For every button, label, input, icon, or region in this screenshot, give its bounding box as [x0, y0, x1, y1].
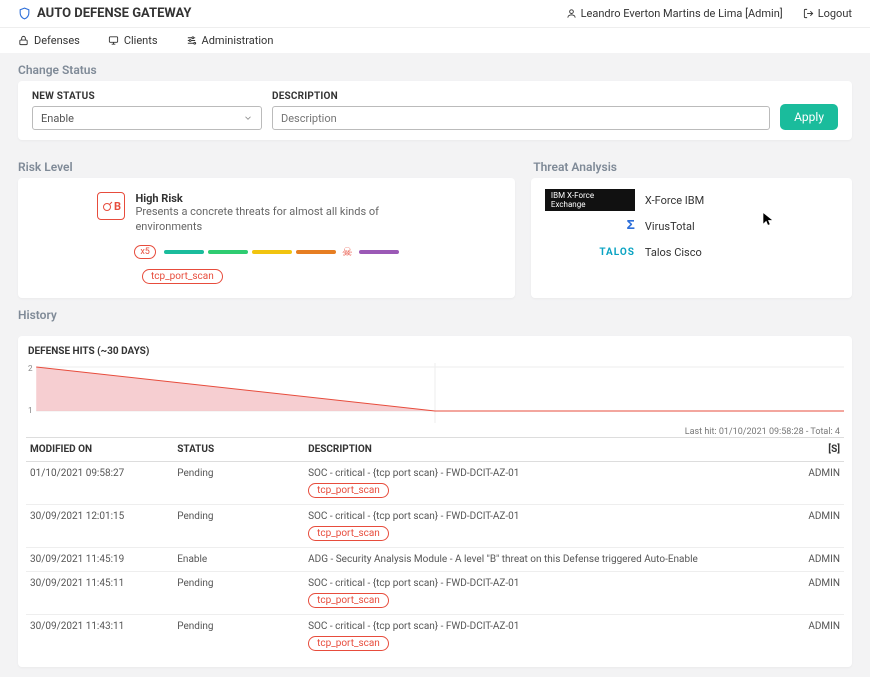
logout-button[interactable]: Logout: [803, 7, 852, 20]
tab-defenses-label: Defenses: [34, 34, 80, 47]
col-status[interactable]: STATUS: [173, 437, 304, 461]
risk-panel: B High Risk Presents a concrete threats …: [18, 178, 515, 298]
tab-admin[interactable]: Administration: [186, 34, 274, 47]
row-tag[interactable]: tcp_port_scan: [308, 593, 389, 608]
table-row: 30/09/2021 11:45:19EnableADG - Security …: [26, 547, 844, 571]
threat-title: Threat Analysis: [533, 150, 852, 178]
svg-text:1: 1: [28, 405, 33, 415]
cell-by: ADMIN: [779, 504, 844, 547]
user-menu[interactable]: Leandro Everton Martins de Lima [Admin]: [566, 7, 783, 20]
user-icon: [566, 8, 577, 19]
user-label: Leandro Everton Martins de Lima [Admin]: [581, 7, 783, 20]
brand-text: AUTO DEFENSE GATEWAY: [37, 6, 191, 21]
cell-desc: SOC - critical - {tcp port scan} - FWD-D…: [304, 571, 778, 614]
cell-status: Pending: [173, 461, 304, 504]
scale-seg: [164, 250, 204, 254]
chevron-down-icon: [243, 113, 253, 123]
lock-icon: [18, 35, 29, 46]
hits-chart: 2 1: [26, 363, 844, 423]
new-status-value: Enable: [41, 112, 74, 125]
brand: AUTO DEFENSE GATEWAY: [18, 6, 191, 21]
risk-desc: Presents a concrete threats for almost a…: [135, 205, 435, 235]
risk-scale: ☠: [164, 245, 399, 259]
change-status-panel: NEW STATUS Enable DESCRIPTION Apply: [18, 81, 852, 140]
change-status-title: Change Status: [0, 53, 870, 81]
cell-desc: SOC - critical - {tcp port scan} - FWD-D…: [304, 461, 778, 504]
threat-item[interactable]: IBM X-Force Exchange X-Force IBM: [545, 192, 838, 208]
threat-label: VirusTotal: [645, 220, 695, 233]
threat-panel: IBM X-Force Exchange X-Force IBM Σ VirusTot…: [531, 178, 852, 298]
risk-grade: B: [114, 200, 121, 213]
threat-label: X-Force IBM: [645, 194, 704, 207]
cell-modified: 01/10/2021 09:58:27: [26, 461, 173, 504]
cell-by: ADMIN: [779, 614, 844, 657]
table-row: 30/09/2021 11:43:11PendingSOC - critical…: [26, 614, 844, 657]
col-by[interactable]: [S]: [779, 437, 844, 461]
col-desc[interactable]: DESCRIPTION: [304, 437, 778, 461]
cell-status: Pending: [173, 571, 304, 614]
risk-heading: High Risk: [135, 192, 435, 205]
threat-item[interactable]: Σ VirusTotal: [545, 218, 838, 234]
threat-item[interactable]: TALOS Talos Cisco: [545, 244, 838, 260]
logout-icon: [803, 8, 814, 19]
threat-logo: Σ: [545, 218, 635, 234]
cell-by: ADMIN: [779, 571, 844, 614]
scale-seg: [252, 250, 292, 254]
tab-defenses[interactable]: Defenses: [18, 34, 80, 47]
chart-title: DEFENSE HITS (~30 DAYS): [26, 342, 844, 361]
threat-logo: TALOS: [545, 244, 635, 260]
desktop-icon: [108, 35, 119, 46]
table-row: 01/10/2021 09:58:27PendingSOC - critical…: [26, 461, 844, 504]
row-tag[interactable]: tcp_port_scan: [308, 526, 389, 541]
cell-modified: 30/09/2021 11:43:11: [26, 614, 173, 657]
main-tabs: Defenses Clients Administration: [0, 27, 870, 53]
sliders-icon: [186, 35, 197, 46]
cell-modified: 30/09/2021 11:45:19: [26, 547, 173, 571]
cell-modified: 30/09/2021 11:45:11: [26, 571, 173, 614]
cell-desc: ADG - Security Analysis Module - A level…: [304, 547, 778, 571]
tab-clients[interactable]: Clients: [108, 34, 158, 47]
scale-seg: [296, 250, 336, 254]
scale-seg: [208, 250, 248, 254]
new-status-select[interactable]: Enable: [32, 106, 262, 130]
multiplier-badge: x5: [134, 245, 156, 259]
history-panel: DEFENSE HITS (~30 DAYS) 2 1 Last hit: 01…: [18, 336, 852, 667]
col-modified[interactable]: MODIFIED ON: [26, 437, 173, 461]
risk-badge: B: [97, 192, 125, 220]
risk-title: Risk Level: [18, 150, 517, 178]
threat-logo: IBM X-Force Exchange: [545, 192, 635, 208]
scale-seg: [359, 250, 399, 254]
new-status-label: NEW STATUS: [32, 91, 262, 102]
row-tag[interactable]: tcp_port_scan: [308, 636, 389, 651]
apply-button[interactable]: Apply: [780, 104, 838, 130]
cell-desc: SOC - critical - {tcp port scan} - FWD-D…: [304, 504, 778, 547]
cell-status: Enable: [173, 547, 304, 571]
tab-clients-label: Clients: [124, 34, 158, 47]
row-tag[interactable]: tcp_port_scan: [308, 483, 389, 498]
chart-note: Last hit: 01/10/2021 09:58:28 - Total: 4: [26, 427, 844, 437]
threat-label: Talos Cisco: [645, 246, 702, 259]
skull-icon: ☠: [342, 245, 353, 259]
svg-text:2: 2: [28, 363, 33, 373]
history-title: History: [0, 298, 870, 326]
cell-by: ADMIN: [779, 547, 844, 571]
cell-status: Pending: [173, 614, 304, 657]
shield-icon: [18, 7, 31, 20]
cell-modified: 30/09/2021 12:01:15: [26, 504, 173, 547]
cell-status: Pending: [173, 504, 304, 547]
cell-desc: SOC - critical - {tcp port scan} - FWD-D…: [304, 614, 778, 657]
tab-admin-label: Administration: [202, 34, 274, 47]
description-label: DESCRIPTION: [272, 91, 770, 102]
table-row: 30/09/2021 12:01:15PendingSOC - critical…: [26, 504, 844, 547]
cell-by: ADMIN: [779, 461, 844, 504]
risk-tag[interactable]: tcp_port_scan: [142, 269, 223, 284]
table-row: 30/09/2021 11:45:11PendingSOC - critical…: [26, 571, 844, 614]
bomb-icon: [102, 200, 114, 212]
logout-label: Logout: [818, 7, 852, 20]
history-table: MODIFIED ON STATUS DESCRIPTION [S] 01/10…: [26, 437, 844, 657]
description-input[interactable]: [272, 106, 770, 130]
